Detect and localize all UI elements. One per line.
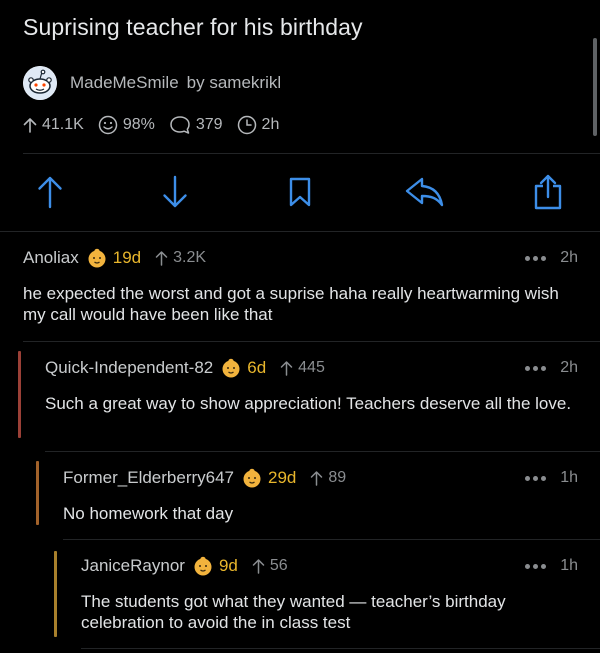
upvote-button[interactable]	[30, 167, 70, 217]
post-author[interactable]: by samekrikl	[187, 73, 281, 93]
account-age: 19d	[112, 248, 142, 267]
arrow-down-icon	[163, 175, 187, 208]
comment-votes-text: 445	[298, 359, 325, 376]
share-icon	[534, 174, 562, 210]
arrow-up-icon	[38, 176, 62, 209]
arrow-up-small-icon	[23, 118, 37, 133]
divider	[81, 648, 600, 649]
post-title: Suprising teacher for his birthday	[23, 14, 363, 40]
thread-line[interactable]	[18, 351, 21, 438]
comment-text: Such a great way to show appreciation! T…	[45, 394, 572, 413]
post-meta: MadeMeSmile by samekrikl	[23, 66, 281, 100]
baby-face-icon	[243, 468, 261, 488]
divider	[63, 539, 600, 540]
account-age: 6d	[247, 358, 267, 377]
comment-count-text: 379	[195, 116, 223, 133]
upvote-ratio: 98%	[98, 115, 155, 135]
comment-bubble-icon	[170, 116, 190, 134]
thread-line[interactable]	[54, 551, 57, 637]
more-options-icon[interactable]	[522, 365, 547, 371]
post-action-bar	[0, 167, 600, 217]
thread-line[interactable]	[36, 461, 39, 525]
baby-face-icon	[222, 358, 240, 378]
account-age: 29d	[268, 468, 297, 487]
comment-header: Former_Elderberry647 29d 89	[63, 465, 346, 491]
divider	[0, 231, 600, 232]
comment-header: Quick-Independent-82 6d 445	[45, 355, 325, 381]
bookmark-icon	[289, 177, 311, 207]
more-options-icon[interactable]	[522, 475, 547, 481]
comment-count: 379	[169, 115, 223, 135]
comment-text: he expected the worst and got a suprise …	[23, 284, 559, 324]
post-stats: 41.1K 98% 379 2h	[23, 113, 293, 137]
comment-votes: 3.2K	[155, 249, 206, 267]
smiley-icon	[98, 115, 118, 135]
comment-time: 2h	[560, 249, 578, 266]
reply-icon	[405, 177, 444, 207]
comment-text: The students got what they wanted — teac…	[81, 592, 506, 632]
comment-header: Anoliax 19d 3.2K	[23, 245, 206, 271]
upvote-count-text: 41.1K	[42, 116, 84, 133]
comment-votes-text: 89	[328, 469, 347, 486]
reply-button[interactable]	[404, 167, 444, 217]
divider	[23, 341, 600, 342]
subreddit-name[interactable]: MadeMeSmile	[70, 73, 179, 93]
divider	[23, 153, 600, 154]
share-button[interactable]	[528, 167, 568, 217]
baby-face-icon	[88, 248, 106, 268]
post-age-text: 2h	[261, 116, 280, 133]
more-options-icon[interactable]	[522, 255, 547, 261]
comment-time: 1h	[560, 557, 578, 574]
upvote-count: 41.1K	[23, 116, 84, 134]
baby-face-icon	[194, 556, 212, 576]
more-options-icon[interactable]	[522, 563, 547, 569]
comment-votes: 445	[280, 359, 325, 377]
comment-meta-right: 1h	[522, 553, 578, 579]
comment-votes-text: 3.2K	[173, 249, 207, 266]
comment-meta-right: 2h	[522, 245, 578, 271]
post-age: 2h	[237, 115, 280, 135]
comment-header: JaniceRaynor 9d 56	[81, 553, 288, 579]
comment-author[interactable]: Former_Elderberry647	[63, 468, 234, 488]
upvote-ratio-text: 98%	[122, 116, 155, 133]
arrow-up-small-icon	[280, 361, 293, 376]
subreddit-avatar[interactable]	[23, 66, 57, 100]
comment-votes-text: 56	[269, 557, 288, 574]
comment-time: 2h	[560, 359, 578, 376]
divider	[45, 451, 600, 452]
comment-author[interactable]: Quick-Independent-82	[45, 358, 213, 378]
comment-author[interactable]: JaniceRaynor	[81, 556, 185, 576]
downvote-button[interactable]	[155, 167, 195, 217]
comment-meta-right: 2h	[522, 355, 578, 381]
scrollbar[interactable]	[593, 38, 597, 136]
reddit-snoo-icon	[23, 66, 57, 100]
comment-text: No homework that day	[63, 504, 234, 523]
comment-meta-right: 1h	[522, 465, 578, 491]
comment-votes: 89	[310, 469, 346, 487]
clock-icon	[237, 115, 256, 135]
comment-author[interactable]: Anoliax	[23, 248, 79, 268]
arrow-up-small-icon	[155, 251, 168, 266]
comment-time: 1h	[560, 469, 578, 486]
arrow-up-small-icon	[311, 471, 323, 486]
account-age: 9d	[218, 556, 238, 575]
save-button[interactable]	[280, 167, 320, 217]
arrow-up-small-icon	[252, 559, 265, 574]
comment-votes: 56	[252, 557, 288, 575]
